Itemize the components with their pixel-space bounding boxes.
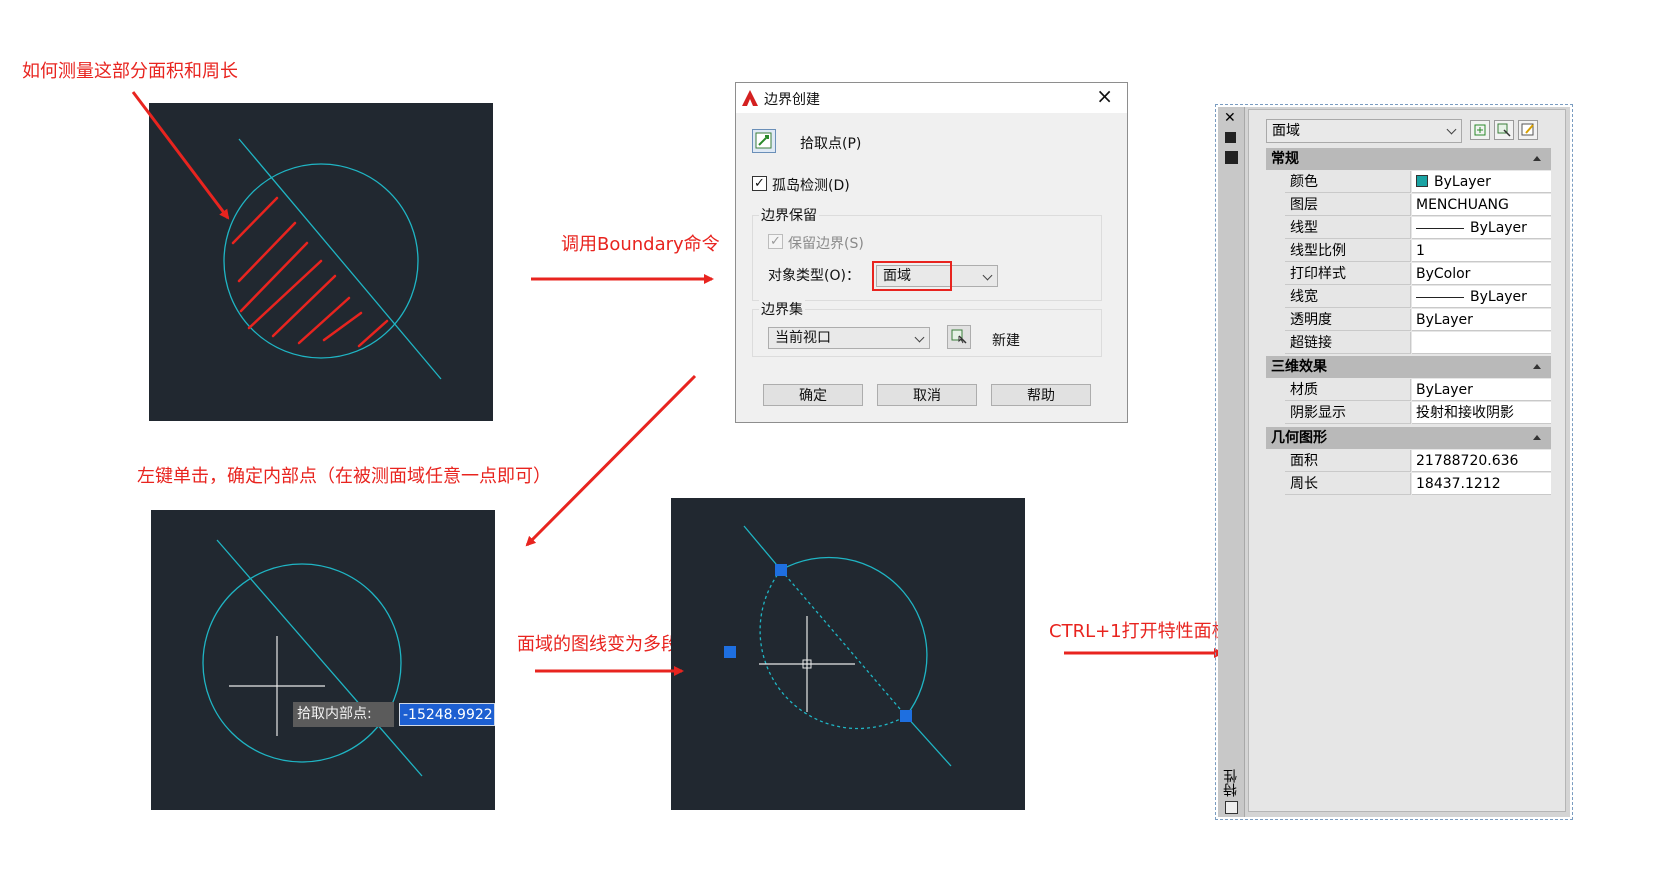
- new-boundary-set-button[interactable]: [947, 325, 971, 349]
- palette-side-label: 特性: [1223, 769, 1239, 797]
- property-name: 透明度: [1285, 309, 1411, 331]
- property-row[interactable]: 透明度 ByLayer: [1285, 309, 1551, 332]
- retain-boundaries-group-label: 边界保留: [759, 205, 819, 225]
- select-objects-button[interactable]: [1494, 120, 1514, 140]
- property-row[interactable]: 颜色 ByLayer: [1285, 171, 1551, 194]
- property-name: 打印样式: [1285, 263, 1411, 285]
- chevron-down-icon: [914, 332, 925, 343]
- object-type-dropdown-value: 面域: [1272, 123, 1300, 139]
- property-row[interactable]: 打印样式 ByColor: [1285, 263, 1551, 286]
- property-value[interactable]: ByLayer: [1412, 286, 1551, 308]
- property-name: 颜色: [1285, 171, 1411, 193]
- property-row[interactable]: 阴影显示 投射和接收阴影: [1285, 402, 1551, 425]
- linetype-preview-icon: [1416, 227, 1464, 229]
- palette-side-strip: ✕ 特性: [1218, 107, 1245, 817]
- retain-boundaries-label: 保留边界(S): [788, 236, 864, 252]
- pick-points-button[interactable]: [752, 129, 776, 153]
- pick-points-label[interactable]: 拾取点(P): [800, 133, 861, 153]
- property-row[interactable]: 线型比例 1: [1285, 240, 1551, 263]
- property-row[interactable]: 超链接: [1285, 332, 1551, 355]
- property-value[interactable]: 21788720.636: [1412, 450, 1551, 472]
- property-row[interactable]: 周长 18437.1212: [1285, 473, 1551, 496]
- island-detection-label: 孤岛检测(D): [772, 178, 850, 194]
- pick-points-icon: [755, 132, 772, 149]
- property-name: 阴影显示: [1285, 402, 1411, 424]
- property-value[interactable]: ByColor: [1412, 263, 1551, 285]
- dialog-title: 边界创建: [764, 92, 820, 108]
- property-value[interactable]: ByLayer: [1412, 217, 1551, 239]
- close-icon[interactable]: ×: [1096, 86, 1113, 106]
- new-label: 新建: [992, 333, 1020, 349]
- auto-hide-icon[interactable]: [1225, 132, 1236, 143]
- property-value[interactable]: 1: [1412, 240, 1551, 262]
- property-value[interactable]: [1412, 332, 1551, 354]
- section-title: 几何图形: [1271, 430, 1327, 446]
- select-objects-icon: [1497, 123, 1511, 137]
- pickadd-icon: [1474, 124, 1486, 136]
- object-type-label: 对象类型(O)：: [768, 268, 860, 284]
- collapse-up-icon[interactable]: [1533, 156, 1541, 161]
- boundary-creation-dialog: 边界创建 × 拾取点(P) ✓ 孤岛检测(D) 边界保留 ✓ 保留边界(S) 对…: [735, 82, 1128, 423]
- palette-menu-icon[interactable]: [1225, 151, 1238, 164]
- properties-palette: ✕ 特性 面域 常规 颜色 ByLayer 图层 MENCHUANG 线型 ByLayer 线…: [1215, 104, 1573, 820]
- property-name: 图层: [1285, 194, 1411, 216]
- property-value[interactable]: ByLayer: [1412, 379, 1551, 401]
- linetype-preview-icon: [1416, 296, 1464, 298]
- property-value[interactable]: ByLayer: [1412, 171, 1551, 193]
- property-row[interactable]: 材质 ByLayer: [1285, 379, 1551, 402]
- property-name: 线宽: [1285, 286, 1411, 308]
- property-value[interactable]: 投射和接收阴影: [1412, 402, 1551, 424]
- section-header[interactable]: 常规: [1266, 148, 1551, 170]
- property-name: 周长: [1285, 473, 1411, 495]
- collapse-up-icon[interactable]: [1533, 364, 1541, 369]
- property-row[interactable]: 线型 ByLayer: [1285, 217, 1551, 240]
- close-icon[interactable]: ✕: [1224, 110, 1236, 126]
- section-title: 三维效果: [1271, 359, 1327, 375]
- property-name: 面积: [1285, 450, 1411, 472]
- property-name: 超链接: [1285, 332, 1411, 354]
- section-title: 常规: [1271, 151, 1299, 167]
- chevron-down-icon: [1446, 124, 1457, 135]
- object-type-dropdown[interactable]: 面域: [1266, 119, 1462, 143]
- select-objects-icon: [951, 329, 967, 344]
- ok-button[interactable]: 确定: [763, 384, 863, 406]
- cancel-button[interactable]: 取消: [877, 384, 977, 406]
- section-header[interactable]: 三维效果: [1266, 356, 1551, 378]
- island-detection-checkbox[interactable]: ✓: [752, 176, 767, 191]
- retain-boundaries-checkbox[interactable]: ✓: [768, 234, 783, 249]
- object-type-highlight: [872, 261, 952, 291]
- quick-select-button[interactable]: [1518, 120, 1538, 140]
- collapse-up-icon[interactable]: [1533, 435, 1541, 440]
- property-value[interactable]: 18437.1212: [1412, 473, 1551, 495]
- color-swatch-icon: [1416, 175, 1428, 187]
- property-row[interactable]: 图层 MENCHUANG: [1285, 194, 1551, 217]
- property-row[interactable]: 面积 21788720.636: [1285, 450, 1551, 473]
- boundary-set-value: 当前视口: [775, 330, 831, 346]
- help-button[interactable]: 帮助: [991, 384, 1091, 406]
- chevron-down-icon: [982, 270, 993, 281]
- dialog-title-bar: 边界创建 ×: [736, 83, 1127, 113]
- property-name: 材质: [1285, 379, 1411, 401]
- autocad-logo-icon: [742, 90, 758, 106]
- quick-select-icon: [1521, 123, 1534, 136]
- property-value[interactable]: ByLayer: [1412, 309, 1551, 331]
- property-name: 线型: [1285, 217, 1411, 239]
- palette-settings-icon[interactable]: [1225, 801, 1238, 814]
- property-row[interactable]: 线宽 ByLayer: [1285, 286, 1551, 309]
- property-name: 线型比例: [1285, 240, 1411, 262]
- property-value[interactable]: MENCHUANG: [1412, 194, 1551, 216]
- section-header[interactable]: 几何图形: [1266, 427, 1551, 449]
- boundary-set-select[interactable]: 当前视口: [768, 327, 930, 349]
- boundary-set-group-label: 边界集: [759, 299, 805, 319]
- toggle-pickadd-button[interactable]: [1470, 120, 1490, 140]
